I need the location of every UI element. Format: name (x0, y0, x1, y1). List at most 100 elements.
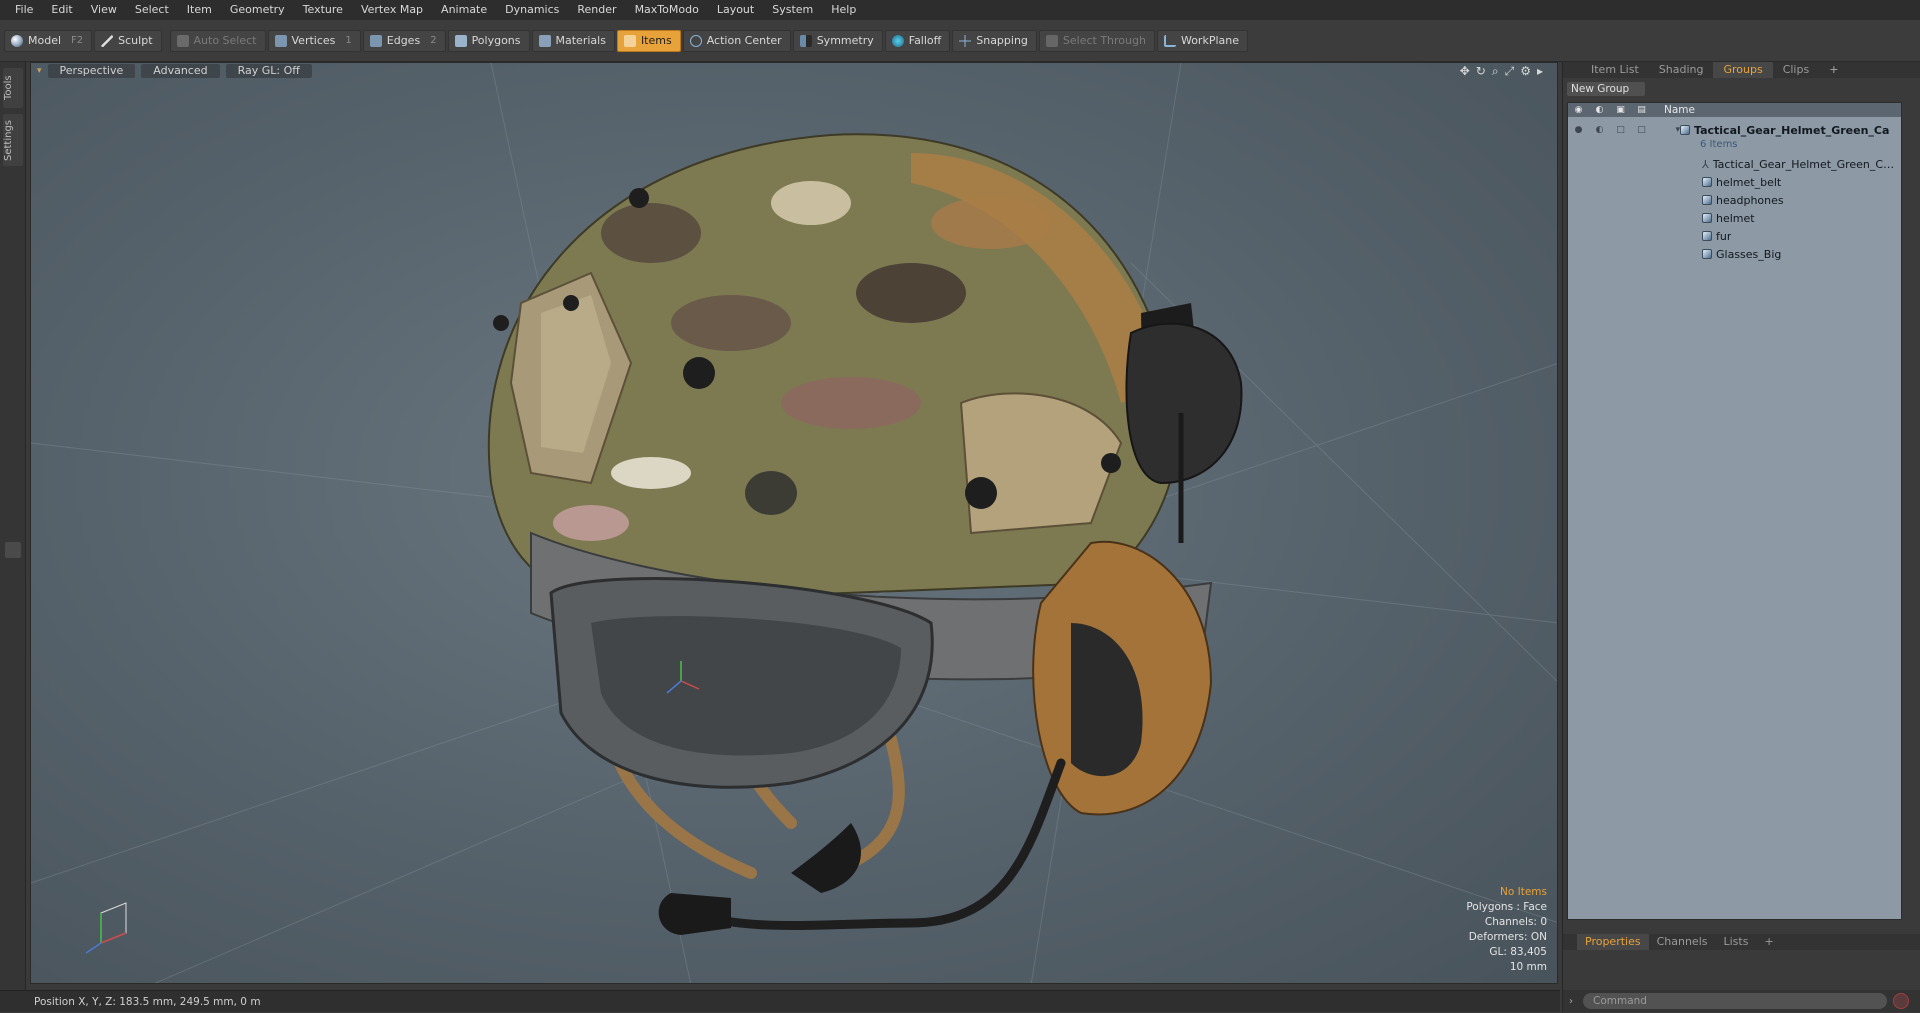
sculpt-label: Sculpt (118, 34, 153, 47)
locator-icon: ⅄ (1702, 157, 1709, 171)
polygons-info: Polygons : Face (1466, 901, 1547, 913)
group-icon (1680, 125, 1690, 135)
group-list-header: ◉ ◐ ▣ ▤ Name (1568, 103, 1901, 117)
deformers-info: Deformers: ON (1468, 931, 1547, 943)
pan-icon[interactable]: ✥ (1460, 65, 1470, 77)
viewport-scene (31, 63, 1557, 983)
menu-maxtomodo[interactable]: MaxToModo (626, 0, 708, 20)
menu-animate[interactable]: Animate (432, 0, 496, 20)
falloff-button[interactable]: Falloff (884, 29, 951, 52)
group-root-row[interactable]: ● ◐ □ □ ▾ Tactical_Gear_Helmet_Green_Ca (1568, 121, 1901, 139)
view-advanced-button[interactable]: Advanced (141, 64, 220, 78)
collapse-icon[interactable]: ▾ (1652, 125, 1680, 135)
3d-viewport[interactable]: ▾ Perspective Advanced Ray GL: Off ✥ ↻ ⌕… (30, 62, 1558, 984)
menu-render[interactable]: Render (568, 0, 625, 20)
play-icon[interactable]: ▸ (1537, 65, 1543, 77)
command-history-icon[interactable]: › (1569, 996, 1573, 1007)
group-item-name: helmet (1716, 211, 1755, 225)
select-through-button[interactable]: Select Through (1038, 29, 1155, 52)
menu-texture[interactable]: Texture (294, 0, 352, 20)
menu-select[interactable]: Select (126, 0, 178, 20)
tab-properties[interactable]: Properties (1577, 934, 1649, 950)
tab-settings[interactable]: Settings (3, 114, 23, 166)
menu-help[interactable]: Help (822, 0, 865, 20)
zoom-icon[interactable]: ⌕ (1492, 65, 1499, 77)
model-shortcut: F2 (71, 35, 84, 46)
workplane-icon (1163, 34, 1176, 47)
menu-vertex-map[interactable]: Vertex Map (352, 0, 432, 20)
tab-groups[interactable]: Groups (1713, 62, 1773, 78)
snapping-button[interactable]: Snapping (952, 29, 1037, 52)
group-item-row[interactable]: fur (1568, 227, 1901, 245)
menu-system[interactable]: System (763, 0, 822, 20)
edges-icon (369, 34, 382, 47)
panel-tabs: Item List Shading Groups Clips + (1563, 62, 1920, 78)
viewport-menu-icon[interactable]: ▾ (37, 66, 42, 76)
menu-item[interactable]: Item (178, 0, 221, 20)
action-center-button[interactable]: Action Center (682, 29, 791, 52)
grid-scale-info: 10 mm (1509, 961, 1547, 973)
sphere-icon (11, 34, 23, 47)
auto-select-button[interactable]: Auto Select (169, 29, 266, 52)
sculpt-mode-button[interactable]: Sculpt (94, 29, 162, 52)
main-toolbar: Model F2 Sculpt Auto Select Vertices 1 E… (0, 20, 1920, 62)
tab-lists[interactable]: Lists (1716, 934, 1757, 950)
vertices-button[interactable]: Vertices 1 (267, 29, 361, 52)
tab-channels[interactable]: Channels (1649, 934, 1716, 950)
menu-dynamics[interactable]: Dynamics (496, 0, 568, 20)
render-toggle[interactable]: ◐ (1589, 125, 1610, 135)
group-item-row[interactable]: Glasses_Big (1568, 245, 1901, 263)
maximize-icon[interactable]: ⤢ (1505, 65, 1515, 77)
workplane-button[interactable]: WorkPlane (1156, 29, 1248, 52)
symmetry-button[interactable]: Symmetry (792, 29, 883, 52)
materials-icon (538, 34, 551, 47)
lock-toggle[interactable]: □ (1610, 125, 1631, 135)
polygons-icon (454, 34, 467, 47)
group-item-row[interactable]: ⅄ Tactical_Gear_Helmet_Green_Camo_ (1568, 155, 1901, 173)
view-perspective-button[interactable]: Perspective (47, 64, 136, 78)
materials-label: Materials (555, 34, 606, 47)
menu-view[interactable]: View (82, 0, 126, 20)
select-column-icon[interactable]: ▤ (1631, 105, 1652, 115)
edges-shortcut: 2 (430, 35, 437, 46)
menu-edit[interactable]: Edit (42, 0, 81, 20)
edges-button[interactable]: Edges 2 (362, 29, 446, 52)
position-readout: Position X, Y, Z: 183.5 mm, 249.5 mm, 0 … (34, 996, 261, 1008)
group-item-row[interactable]: helmet_belt (1568, 173, 1901, 191)
group-root-name: Tactical_Gear_Helmet_Green_Ca (1694, 123, 1890, 137)
vertices-label: Vertices (291, 34, 336, 47)
gear-icon[interactable]: ⚙ (1520, 65, 1531, 77)
group-item-row[interactable]: headphones (1568, 191, 1901, 209)
visibility-toggle[interactable]: ● (1568, 125, 1589, 135)
add-tab-button[interactable]: + (1819, 62, 1848, 78)
select-toggle[interactable]: □ (1631, 125, 1652, 135)
polygons-button[interactable]: Polygons (447, 29, 530, 52)
strip-toggle-button[interactable] (5, 542, 21, 558)
menu-layout[interactable]: Layout (708, 0, 763, 20)
render-column-icon[interactable]: ◐ (1589, 105, 1610, 115)
tab-tools[interactable]: Tools (3, 68, 23, 108)
ray-gl-button[interactable]: Ray GL: Off (225, 64, 312, 78)
tab-shading[interactable]: Shading (1649, 62, 1714, 78)
vertices-shortcut: 1 (345, 35, 352, 46)
group-item-row[interactable]: helmet (1568, 209, 1901, 227)
vertices-icon (274, 34, 287, 47)
items-button[interactable]: Items (616, 29, 681, 52)
new-group-button[interactable]: New Group (1567, 82, 1645, 96)
eye-column-icon[interactable]: ◉ (1568, 105, 1589, 115)
materials-button[interactable]: Materials (531, 29, 615, 52)
menu-file[interactable]: File (6, 0, 42, 20)
command-input[interactable]: Command (1583, 993, 1887, 1009)
edges-label: Edges (386, 34, 421, 47)
add-properties-tab-button[interactable]: + (1756, 934, 1781, 950)
model-mode-button[interactable]: Model F2 (4, 29, 93, 52)
tab-clips[interactable]: Clips (1773, 62, 1820, 78)
tab-item-list[interactable]: Item List (1581, 62, 1649, 78)
command-record-button[interactable] (1893, 993, 1909, 1009)
orbit-icon[interactable]: ↻ (1476, 65, 1486, 77)
falloff-label: Falloff (908, 34, 942, 47)
menu-geometry[interactable]: Geometry (221, 0, 294, 20)
group-item-count: 6 Items (1700, 139, 1738, 150)
lock-column-icon[interactable]: ▣ (1610, 105, 1631, 115)
name-column-header: Name (1664, 104, 1695, 116)
